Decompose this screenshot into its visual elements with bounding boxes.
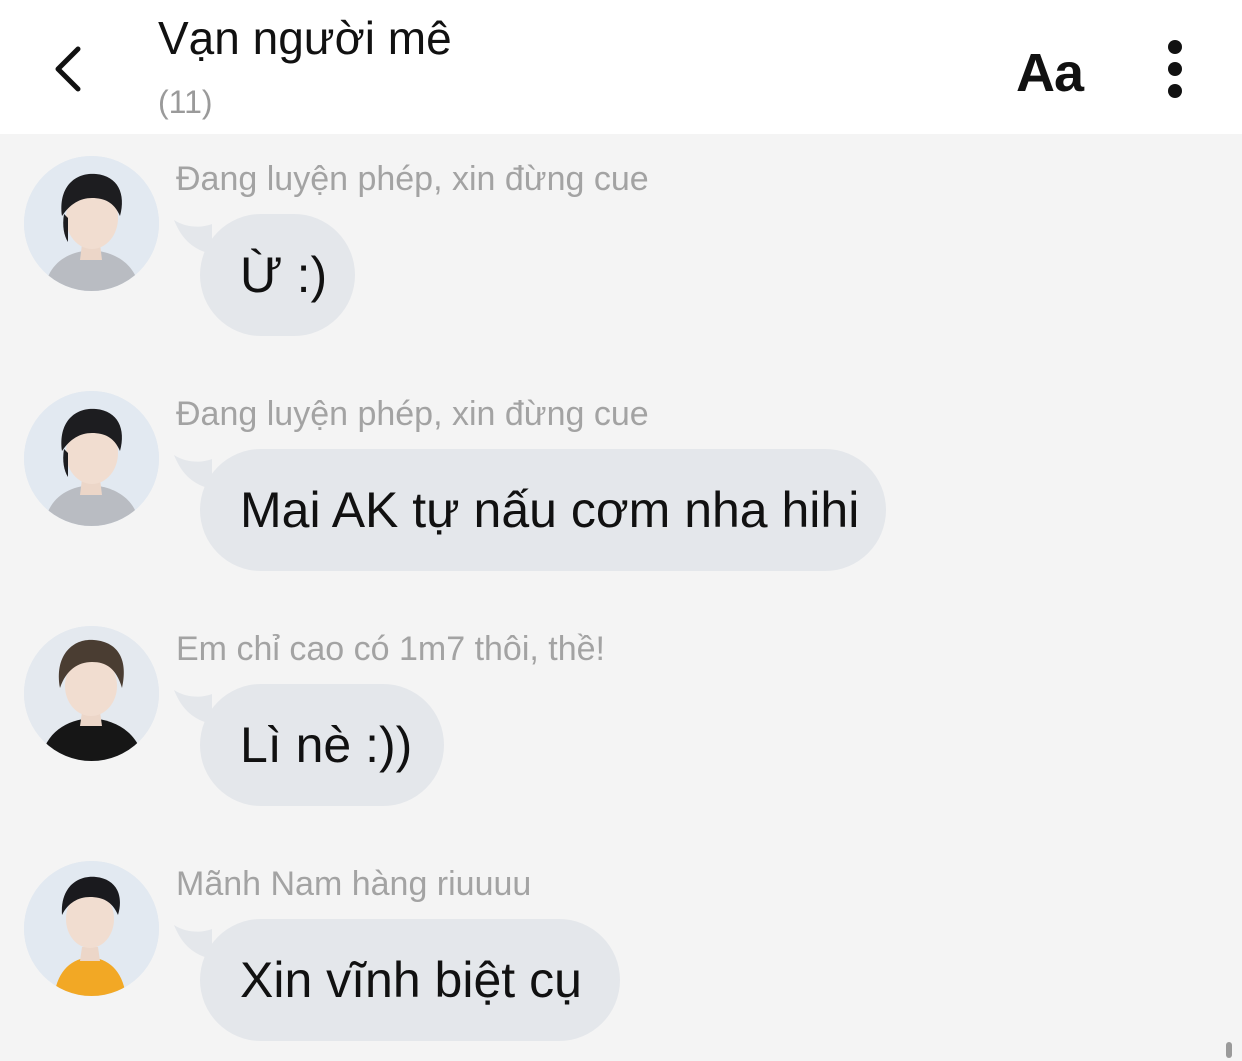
message-text: Xin vĩnh biệt cụ — [240, 952, 582, 1008]
avatar[interactable] — [24, 156, 159, 291]
sender-name: Đang luyện phép, xin đừng cue — [176, 395, 649, 433]
sender-name: Đang luyện phép, xin đừng cue — [176, 160, 649, 198]
avatar[interactable] — [24, 391, 159, 526]
more-options-button[interactable] — [1150, 34, 1200, 104]
sender-name: Mãnh Nam hàng riuuuu — [176, 865, 532, 903]
vertical-dots-icon — [1168, 40, 1182, 54]
message-row: Mãnh Nam hàng riuuuu Xin vĩnh biệt cụ — [0, 861, 1242, 1061]
message-row: Đang luyện phép, xin đừng cue Mai AK tự … — [0, 391, 1242, 591]
message-bubble[interactable]: Lì nè :)) — [200, 684, 444, 806]
vertical-dots-icon-dot — [1168, 62, 1182, 76]
font-size-button[interactable]: Aa — [1016, 40, 1084, 106]
message-row: Đang luyện phép, xin đừng cue Ừ :) — [0, 156, 1242, 356]
message-text: Lì nè :)) — [240, 717, 413, 773]
vertical-dots-icon-dot — [1168, 84, 1182, 98]
avatar[interactable] — [24, 861, 159, 996]
back-button[interactable] — [38, 34, 98, 104]
avatar[interactable] — [24, 626, 159, 761]
message-text: Mai AK tự nấu cơm nha hihi — [240, 482, 860, 538]
chevron-left-icon — [55, 46, 81, 92]
message-row: Em chỉ cao có 1m7 thôi, thề! Lì nè :)) — [0, 626, 1242, 826]
message-bubble[interactable]: Ừ :) — [200, 214, 355, 336]
message-bubble[interactable]: Xin vĩnh biệt cụ — [200, 919, 620, 1041]
message-text: Ừ :) — [240, 247, 328, 303]
message-bubble[interactable]: Mai AK tự nấu cơm nha hihi — [200, 449, 886, 571]
chat-title[interactable]: Vạn người mê — [158, 10, 452, 66]
chat-header: Vạn người mê (11) Aa — [0, 0, 1242, 134]
scroll-indicator[interactable] — [1226, 1042, 1232, 1058]
member-count: (11) — [158, 84, 213, 120]
sender-name: Em chỉ cao có 1m7 thôi, thề! — [176, 630, 605, 668]
